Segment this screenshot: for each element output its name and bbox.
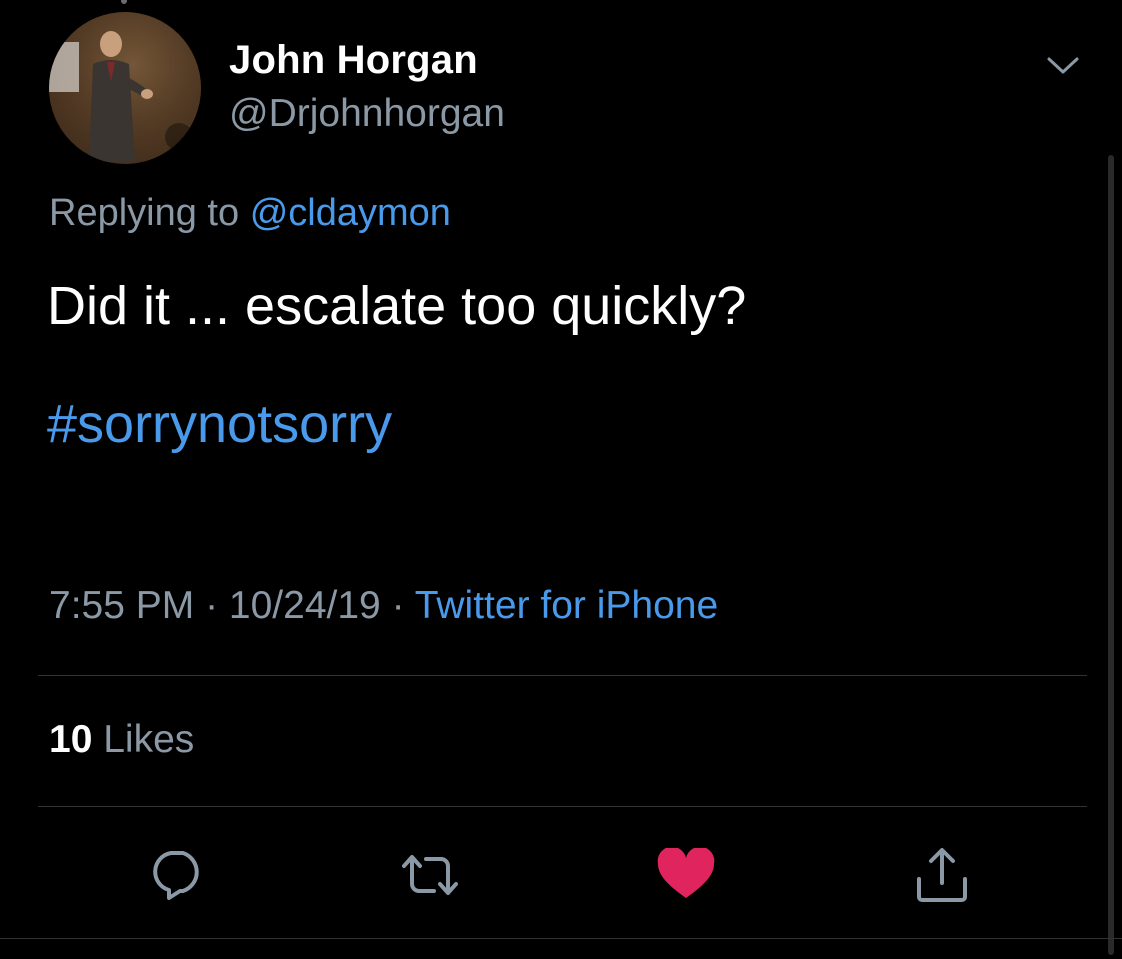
avatar[interactable]	[49, 12, 201, 164]
retweet-button[interactable]	[398, 843, 462, 907]
tweet-text: Did it ... escalate too quickly?	[47, 276, 747, 336]
like-icon	[657, 848, 715, 898]
tweet-date: 10/24/19	[228, 584, 381, 627]
likes-label: Likes	[103, 718, 195, 761]
replying-to: Replying to @cldaymon	[49, 192, 451, 235]
reply-button[interactable]	[145, 843, 209, 907]
meta-separator: ·	[380, 584, 415, 627]
scrollbar[interactable]	[1108, 155, 1114, 955]
share-button[interactable]	[910, 843, 974, 907]
meta-separator: ·	[194, 584, 229, 627]
replying-prefix: Replying to	[49, 192, 240, 234]
divider	[38, 675, 1087, 676]
hashtag-link[interactable]: #sorrynotsorry	[47, 393, 392, 455]
divider	[38, 806, 1087, 807]
like-button[interactable]	[654, 843, 718, 907]
reply-icon	[153, 851, 199, 900]
tweet-meta: 7:55 PM · 10/24/19 · Twitter for iPhone	[49, 584, 718, 628]
author-handle[interactable]: @Drjohnhorgan	[229, 92, 505, 136]
likes-count: 10	[49, 718, 93, 761]
scroll-indicator-dot	[121, 0, 127, 4]
share-icon	[917, 848, 967, 902]
chevron-down-icon[interactable]	[1043, 50, 1083, 80]
retweet-icon	[402, 855, 458, 895]
tweet-source-link[interactable]: Twitter for iPhone	[415, 584, 718, 627]
avatar-photo	[49, 12, 201, 164]
likes-stat[interactable]: 10 Likes	[49, 718, 194, 762]
reply-mention-link[interactable]: @cldaymon	[250, 192, 451, 234]
tweet-time: 7:55 PM	[49, 584, 195, 627]
author-name[interactable]: John Horgan	[229, 38, 478, 83]
divider	[0, 938, 1122, 939]
